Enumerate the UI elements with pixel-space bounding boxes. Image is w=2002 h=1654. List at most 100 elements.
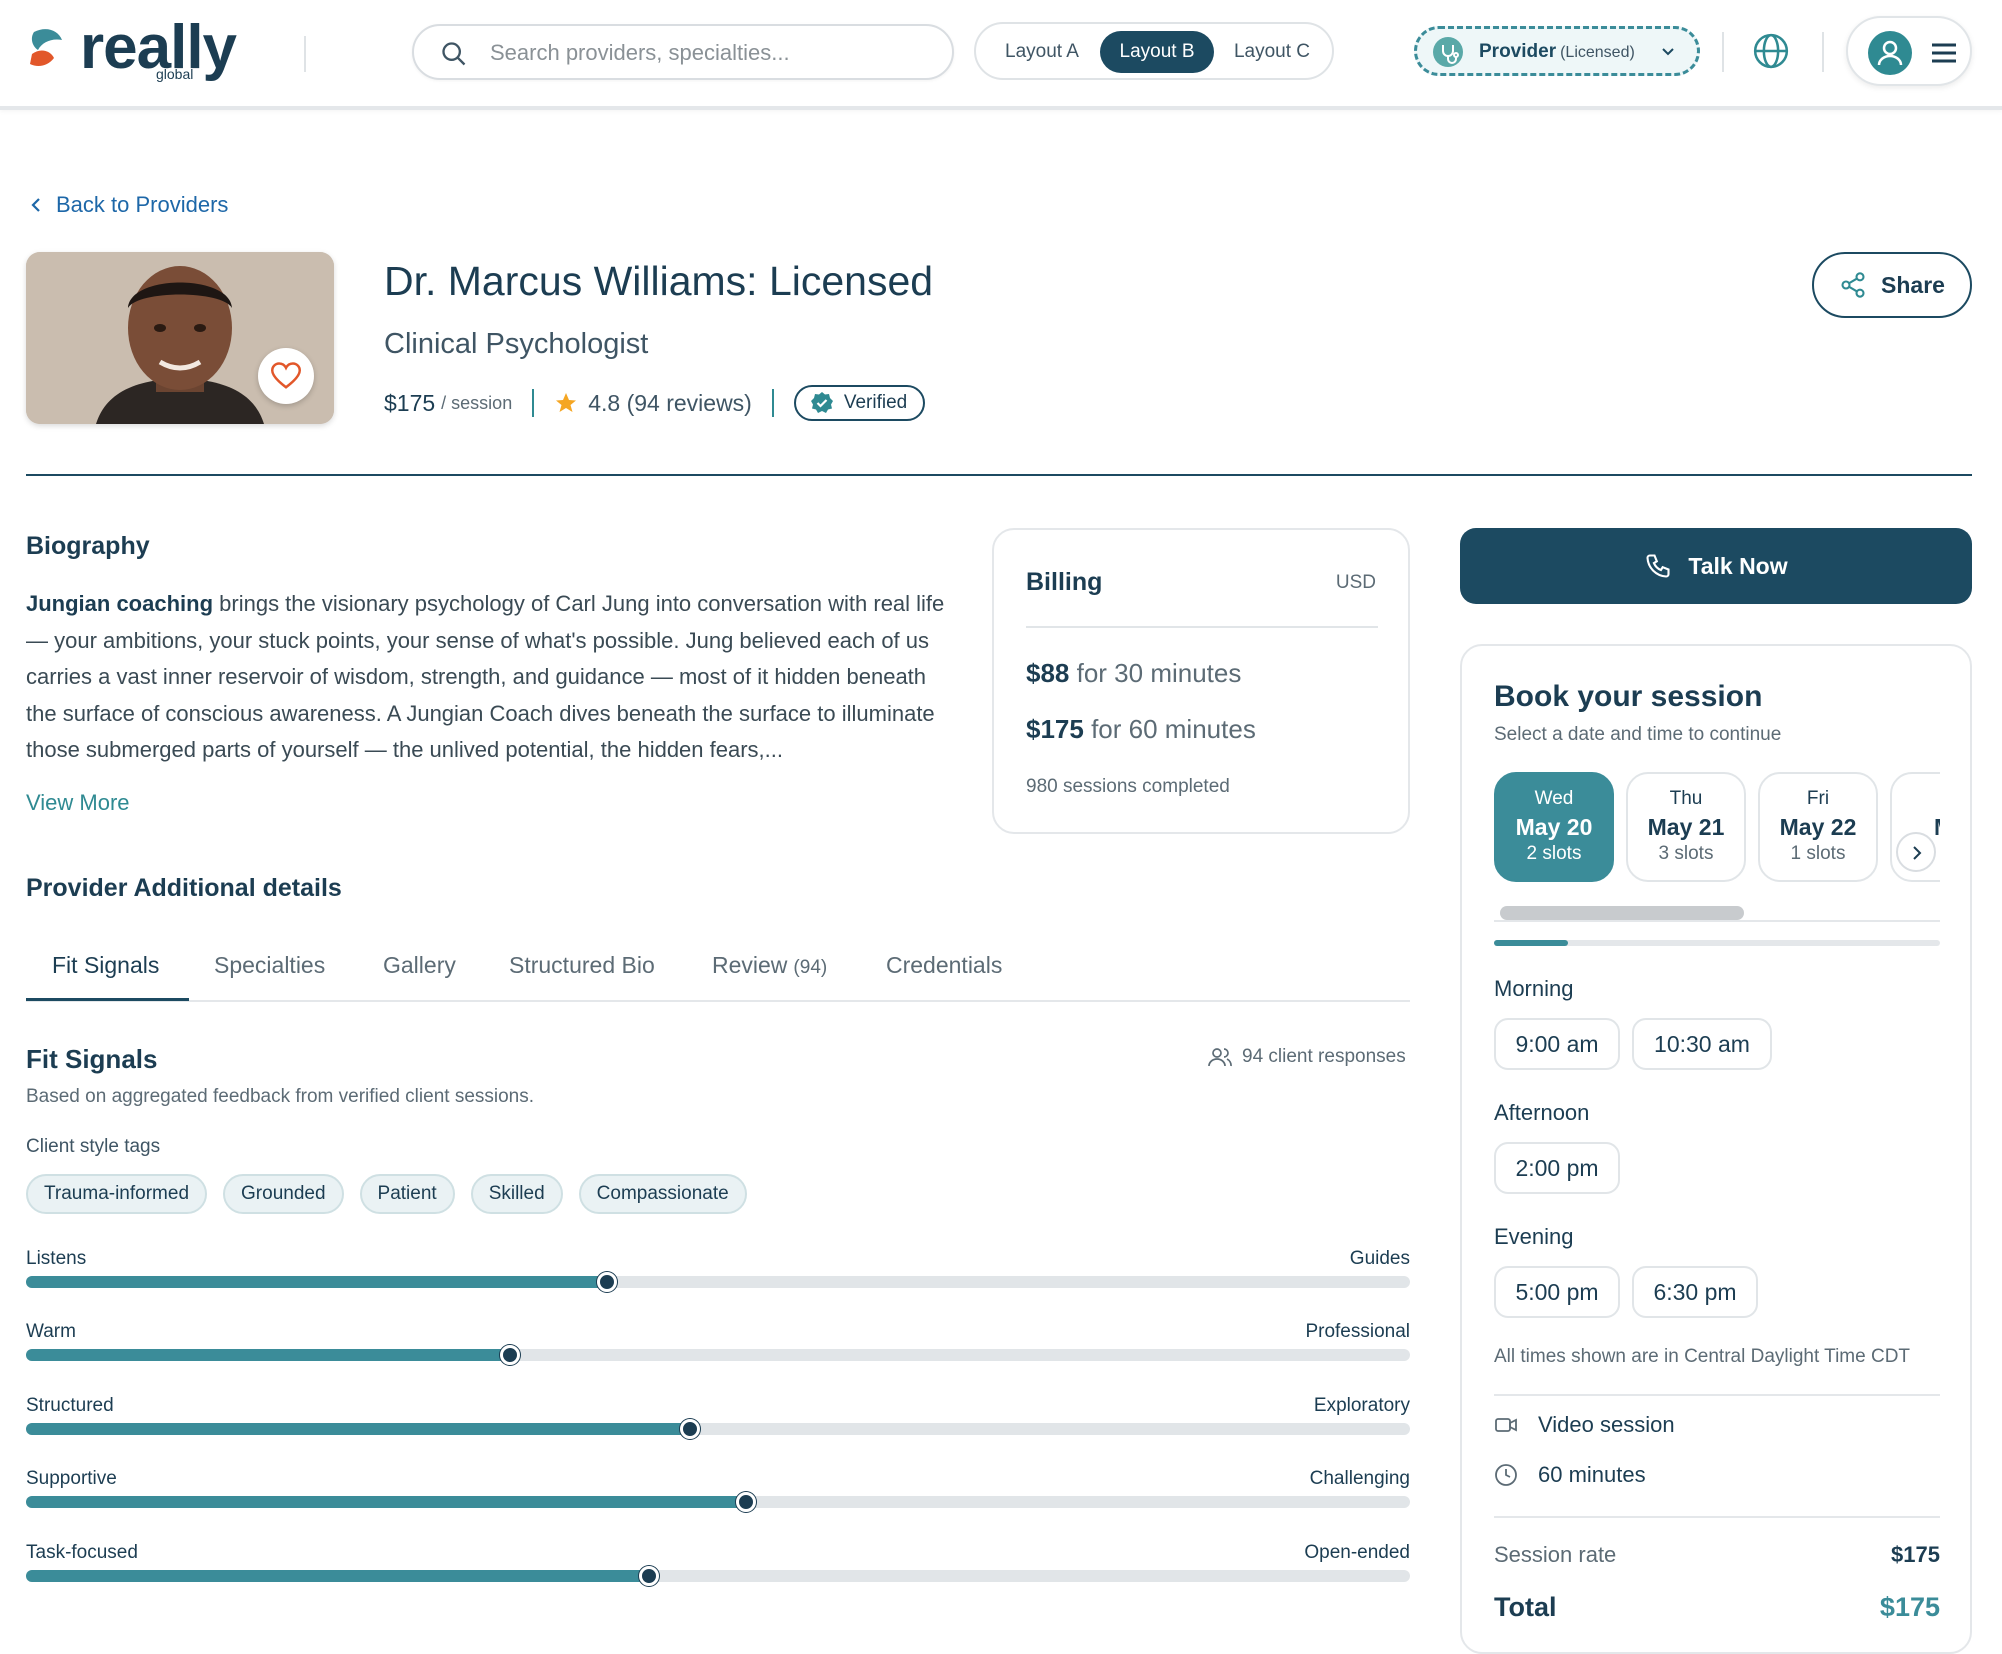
style-tag: Trauma-informed	[26, 1174, 208, 1214]
period-afternoon: Afternoon	[1494, 1100, 1590, 1125]
time-slot[interactable]: 10:30 am	[1632, 1018, 1772, 1070]
layout-toggle: Layout A Layout B Layout C	[974, 22, 1334, 80]
dates-progress-fill	[1494, 940, 1568, 946]
signal-scale-structured-exploratory: Structured Exploratory	[26, 1395, 1410, 1445]
style-tag: Skilled	[470, 1174, 563, 1214]
users-icon	[1208, 1048, 1232, 1067]
billing-rate-60: $175 for 60 minutes	[1026, 714, 1256, 744]
session-rate-value: $175	[1891, 1542, 1940, 1567]
signal-scale-supportive-challenging: Supportive Challenging	[26, 1468, 1410, 1518]
verified-label: Verified	[843, 392, 908, 413]
dates-progress	[1494, 940, 1940, 946]
scale-left-label: Supportive	[26, 1468, 117, 1489]
date-option[interactable]: Thu May 21 3 slots	[1626, 772, 1746, 882]
session-price: $175	[384, 389, 436, 416]
session-rate-row: Session rate $175	[1494, 1542, 1940, 1568]
provider-title: Clinical Psychologist	[384, 328, 649, 360]
scale-fill	[26, 1496, 746, 1508]
client-responses: 94 client responses	[1208, 1046, 1406, 1068]
logo-mark-icon	[30, 29, 62, 66]
total-row: Total $175	[1494, 1592, 1940, 1623]
signal-scale-task-open: Task-focused Open-ended	[26, 1542, 1410, 1592]
scale-left-label: Structured	[26, 1395, 114, 1416]
user-menu-button[interactable]	[1846, 16, 1972, 86]
tab-credentials[interactable]: Credentials	[886, 952, 1002, 979]
dates-scrollbar[interactable]	[1494, 904, 1940, 922]
tab-specialties[interactable]: Specialties	[214, 952, 325, 979]
provider-name: Dr. Marcus Williams: Licensed	[384, 258, 934, 304]
share-button[interactable]: Share	[1812, 252, 1972, 318]
search-input[interactable]	[490, 38, 930, 68]
stethoscope-icon	[1433, 37, 1463, 67]
fit-signals-heading: Fit Signals	[26, 1044, 158, 1074]
top-header: really global Layout A Layout B Layout C…	[0, 0, 2002, 110]
booking-subheading: Select a date and time to continue	[1494, 724, 1782, 745]
scale-right-label: Guides	[1349, 1248, 1410, 1269]
details-tabs: Fit Signals Specialties Gallery Structur…	[26, 940, 1410, 1002]
layout-c-button[interactable]: Layout C	[1220, 31, 1324, 73]
scale-fill	[26, 1570, 649, 1582]
billing-card: Billing USD $88 for 30 minutes $175 for …	[992, 528, 1410, 834]
scale-fill	[26, 1423, 691, 1435]
style-tag: Grounded	[223, 1174, 344, 1214]
scale-knob	[735, 1492, 756, 1512]
time-slot[interactable]: 2:00 pm	[1494, 1142, 1620, 1194]
header-divider	[1722, 32, 1724, 72]
header-divider	[1822, 32, 1824, 72]
client-responses-text: 94 client responses	[1242, 1046, 1406, 1067]
chevron-down-icon	[1662, 48, 1674, 56]
favorite-button[interactable]	[258, 348, 314, 404]
back-label: Back to Providers	[56, 192, 229, 217]
time-slot[interactable]: 5:00 pm	[1494, 1266, 1620, 1318]
scale-right-label: Exploratory	[1313, 1395, 1410, 1416]
scrollbar-thumb[interactable]	[1500, 906, 1744, 920]
search-bar[interactable]	[412, 24, 954, 80]
total-value: $175	[1879, 1592, 1940, 1622]
scale-right-label: Open-ended	[1304, 1542, 1410, 1563]
star-icon	[556, 393, 577, 412]
date-option[interactable]: Fri May 22 1 slots	[1758, 772, 1878, 882]
time-slot[interactable]: 6:30 pm	[1632, 1266, 1758, 1318]
logo-subtitle: global	[156, 66, 194, 82]
period-morning: Morning	[1494, 976, 1574, 1001]
booking-card: Book your session Select a date and time…	[1460, 644, 1972, 1654]
scale-knob	[638, 1566, 659, 1586]
layout-a-button[interactable]: Layout A	[990, 31, 1094, 73]
date-picker: Wed May 20 2 slots Thu May 21 3 slots Fri May…	[1494, 772, 1940, 884]
talk-now-button[interactable]: Talk Now	[1460, 528, 1972, 604]
phone-icon	[1646, 554, 1670, 578]
scale-track	[26, 1272, 1410, 1292]
layout-b-button[interactable]: Layout B	[1100, 31, 1214, 73]
really-logo[interactable]: really global	[28, 13, 237, 84]
tab-gallery[interactable]: Gallery	[383, 952, 456, 979]
scale-knob	[597, 1272, 618, 1292]
role-sub: (Licensed)	[1560, 44, 1635, 61]
provider-meta: $175 / session 4.8 (94 reviews) Verified	[384, 385, 926, 421]
tab-review[interactable]: Review (94)	[712, 952, 827, 979]
sessions-completed: 980 sessions completed	[1026, 776, 1230, 797]
date-option[interactable]: Wed May 20 2 slots	[1494, 772, 1614, 882]
clock-icon	[1495, 1464, 1517, 1486]
globe-icon[interactable]	[1752, 32, 1790, 70]
view-more-link[interactable]: View More	[26, 790, 130, 816]
active-tab-indicator	[26, 998, 189, 1001]
time-slot[interactable]: 9:00 am	[1494, 1018, 1620, 1070]
rating-text[interactable]: 4.8 (94 reviews)	[588, 390, 752, 417]
share-label: Share	[1881, 271, 1945, 298]
back-to-providers-link[interactable]: Back to Providers	[30, 192, 228, 218]
timezone-note: All times shown are in Central Daylight …	[1494, 1346, 1911, 1367]
client-style-tags: Trauma-informed Grounded Patient Skilled…	[26, 1174, 747, 1214]
scale-fill	[26, 1349, 511, 1361]
client-style-tags-heading: Client style tags	[26, 1136, 161, 1157]
scale-knob	[680, 1419, 701, 1439]
header-divider	[304, 36, 306, 72]
verified-check-icon	[810, 392, 833, 413]
dates-next-button[interactable]	[1896, 832, 1936, 872]
tab-structured-bio[interactable]: Structured Bio	[509, 952, 655, 979]
scale-track	[26, 1566, 1410, 1586]
tab-fit-signals[interactable]: Fit Signals	[52, 952, 159, 979]
booking-divider	[1494, 1394, 1940, 1396]
role-switcher[interactable]: Provider (Licensed)	[1414, 26, 1700, 76]
billing-currency: USD	[1335, 572, 1376, 593]
scale-left-label: Task-focused	[26, 1542, 138, 1563]
